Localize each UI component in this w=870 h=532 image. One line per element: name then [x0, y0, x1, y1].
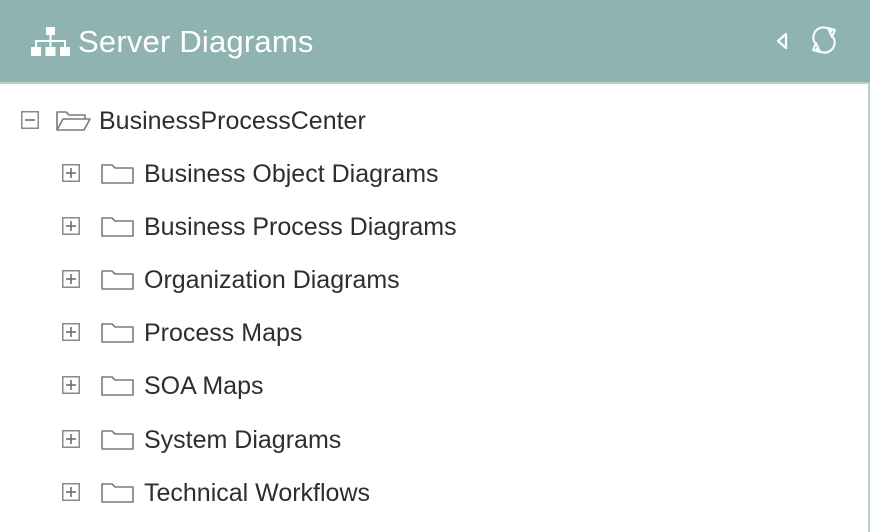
- tree-node-label: Technical Workflows: [144, 479, 371, 507]
- tree-node-label: SOA Maps: [144, 372, 264, 400]
- expand-plus-icon[interactable]: [62, 323, 80, 341]
- folder-icon: [101, 430, 134, 450]
- folder-open-icon: [56, 111, 91, 131]
- tree-node-label: Process Maps: [144, 319, 303, 347]
- expand-plus-icon[interactable]: [62, 483, 80, 501]
- folder-icon: [101, 483, 134, 503]
- caret-left-icon[interactable]: [775, 31, 789, 51]
- folder-icon: [101, 270, 134, 290]
- expand-plus-icon[interactable]: [62, 430, 80, 448]
- folder-icon: [101, 376, 134, 396]
- expand-plus-icon[interactable]: [62, 164, 80, 182]
- tree-node-label: System Diagrams: [144, 426, 342, 454]
- tree-node-label: BusinessProcessCenter: [99, 107, 366, 135]
- refresh-icon[interactable]: [806, 22, 842, 58]
- folder-icon: [101, 323, 134, 343]
- expand-plus-icon[interactable]: [62, 270, 80, 288]
- expand-plus-icon[interactable]: [62, 376, 80, 394]
- folder-icon: [101, 164, 134, 184]
- tree-node-label: Business Process Diagrams: [144, 213, 457, 241]
- org-chart-icon: [31, 27, 70, 56]
- panel-title: Server Diagrams: [78, 24, 314, 59]
- tree-node-label: Organization Diagrams: [144, 266, 400, 294]
- expand-plus-icon[interactable]: [62, 217, 80, 235]
- collapse-minus-icon[interactable]: [21, 111, 39, 129]
- server-diagrams-panel: Server Diagrams BusinessProcessCenter Bu…: [0, 0, 870, 532]
- folder-icon: [101, 217, 134, 237]
- panel-header: Server Diagrams: [0, 0, 870, 84]
- tree-node-label: Business Object Diagrams: [144, 160, 439, 188]
